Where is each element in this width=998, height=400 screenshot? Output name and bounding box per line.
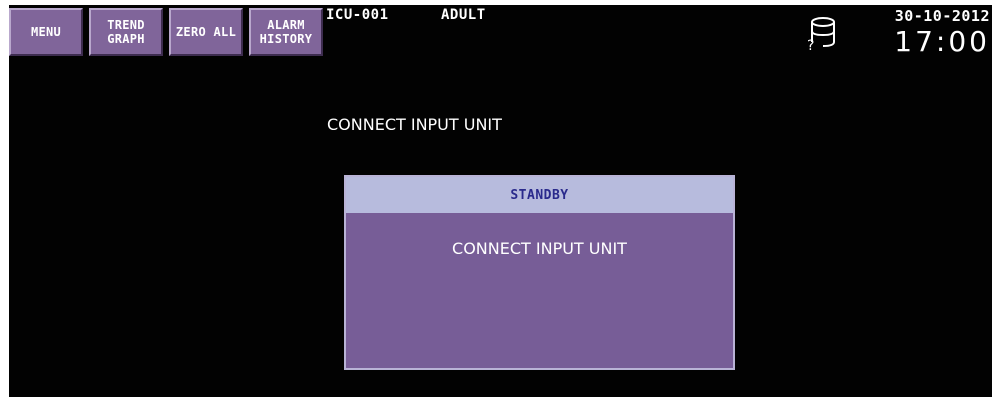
date-display: 30-10-2012	[894, 7, 990, 25]
trend-graph-button[interactable]: TREND GRAPH	[89, 8, 163, 56]
clock-display: 17:00	[894, 25, 990, 58]
menu-button[interactable]: MENU	[9, 8, 83, 56]
monitor-screen: MENU TREND GRAPH ZERO ALL ALARM HISTORY …	[9, 5, 992, 397]
dialog-message: CONNECT INPUT UNIT	[452, 239, 627, 258]
patient-type: ADULT	[441, 7, 486, 23]
bed-id: ICU-001	[326, 7, 389, 23]
status-message: CONNECT INPUT UNIT	[327, 115, 502, 134]
alarm-history-label-line1: ALARM	[267, 18, 305, 32]
zero-all-button[interactable]: ZERO ALL	[169, 8, 243, 56]
standby-dialog: STANDBY CONNECT INPUT UNIT	[344, 175, 735, 370]
database-unknown-icon: ?	[807, 15, 839, 54]
alarm-history-label-line2: HISTORY	[259, 32, 313, 46]
menu-button-label: MENU	[30, 25, 62, 39]
trend-graph-label-line2: GRAPH	[107, 32, 145, 46]
zero-all-button-label: ZERO ALL	[175, 25, 237, 39]
trend-graph-label-line1: TREND	[107, 18, 145, 32]
alarm-history-button[interactable]: ALARM HISTORY	[249, 8, 323, 56]
dialog-title: STANDBY	[346, 177, 733, 213]
svg-text:?: ?	[807, 38, 814, 51]
